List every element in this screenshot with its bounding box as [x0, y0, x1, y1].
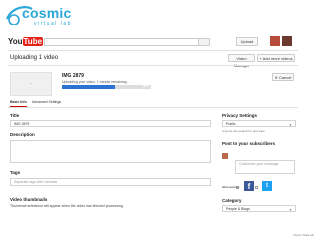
tab-basic-info[interactable]: Basic Info [10, 100, 27, 104]
cosmic-logo: cosmic virtual lab [4, 3, 72, 35]
tags-input[interactable]: Separate tags with commas [10, 178, 211, 186]
upload-divider [8, 65, 298, 66]
header-divider [8, 50, 298, 51]
upload-percent: 60% [142, 84, 149, 88]
privacy-value: Public [226, 122, 236, 126]
youtube-logo[interactable]: YouTube [8, 37, 44, 46]
category-select[interactable]: People & Blogs ▼ [222, 205, 296, 212]
title-label: Title [10, 113, 20, 118]
video-thumbnails-label: Video thumbnails [10, 197, 48, 202]
footer-text: Cosmic Virtual Lab [293, 234, 314, 237]
upload-progress-fill [62, 85, 116, 89]
brand-tagline: virtual lab [34, 21, 72, 27]
description-textarea[interactable] [10, 140, 211, 163]
youtube-header: YouTube Upload [8, 36, 298, 49]
tabs-divider [8, 107, 298, 108]
upload-button[interactable]: Upload [236, 37, 258, 46]
search-button[interactable] [198, 38, 210, 46]
privacy-settings-label: Privacy Settings [222, 113, 258, 118]
upload-progress-bar: 60% [62, 84, 151, 89]
category-label: Category [222, 198, 242, 203]
chevron-down-icon: ▼ [289, 123, 292, 127]
search-input[interactable] [44, 38, 199, 46]
upload-status: Uploading your video. 1 minute remaining… [62, 80, 128, 84]
user-avatar [222, 153, 228, 159]
brand-name: cosmic [22, 5, 72, 21]
video-title: IMG 2879 [62, 73, 84, 79]
twitter-checkbox[interactable] [255, 186, 258, 189]
video-manager-button[interactable]: Video Manager [228, 54, 255, 68]
subscriber-message-textarea[interactable]: Customize your message [235, 160, 295, 174]
cancel-upload-button[interactable]: ✕ Cancel [272, 73, 294, 81]
video-thumbnail: - [10, 72, 52, 96]
add-more-videos-button[interactable]: + Add more videos [257, 54, 295, 62]
category-value: People & Blogs [226, 207, 250, 211]
twitter-icon[interactable]: t [262, 181, 272, 191]
post-to-subscribers-label: Post to your subscribers [222, 141, 276, 146]
page-title: Uploading 1 video [10, 55, 59, 61]
description-label: Description [10, 132, 35, 137]
youtube-logo-you: You [8, 37, 23, 46]
video-thumbnails-hint: Thumbnail selections will appear when th… [10, 204, 124, 208]
facebook-checkbox[interactable] [236, 186, 239, 189]
notifications-avatar[interactable] [282, 36, 292, 46]
privacy-select[interactable]: Public ▼ [222, 120, 296, 127]
title-input[interactable]: IMG 2879 [10, 120, 211, 127]
tags-label: Tags [10, 170, 21, 175]
account-avatar[interactable] [270, 36, 280, 46]
tab-advanced-settings[interactable]: Advanced Settings [32, 100, 61, 104]
chevron-down-icon: ▼ [289, 208, 292, 212]
facebook-icon[interactable]: f [244, 181, 254, 191]
youtube-logo-tube: Tube [22, 37, 44, 46]
privacy-hint: Anyone can search for and view [222, 129, 265, 133]
upload-label: Upload [240, 39, 254, 44]
